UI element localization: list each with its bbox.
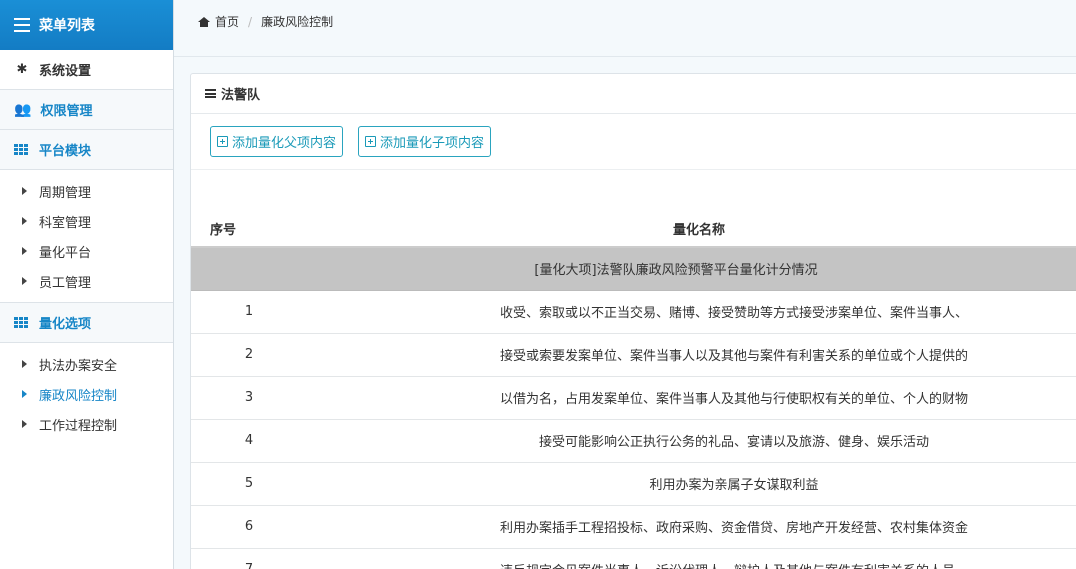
sidebar-item-staff-management[interactable]: 员工管理 xyxy=(0,266,173,296)
breadcrumb: 首页 / 廉政风险控制 xyxy=(198,13,333,30)
sidebar-item-label: 量化平台 xyxy=(39,245,92,261)
caret-right-icon xyxy=(22,217,27,225)
gear-icon: ✱ xyxy=(16,62,28,77)
row-name: 接受可能影响公正执行公务的礼品、宴请以及旅游、健身、娱乐活动 xyxy=(307,419,1076,463)
row-number: 1 xyxy=(191,290,307,334)
column-header-name: 量化名称 xyxy=(307,204,1076,248)
sidebar-item-quantification-platform[interactable]: 量化平台 xyxy=(0,236,173,266)
sidebar-section-label: 量化选项 xyxy=(39,317,92,332)
users-icon: 👥 xyxy=(14,101,32,118)
platform-module-list: 周期管理 科室管理 量化平台 员工管理 xyxy=(0,170,173,303)
table-row[interactable]: 6 利用办案插手工程招投标、政府采购、资金借贷、房地产开发经营、农村集体资金 xyxy=(191,505,1076,549)
panel-title: 法警队 xyxy=(221,88,261,103)
row-number: 5 xyxy=(191,462,307,506)
row-number: 2 xyxy=(191,333,307,377)
sidebar-section-platform-module[interactable]: 平台模块 xyxy=(0,130,173,170)
table-row[interactable]: 7违反规定会见案件当事人、诉讼代理人、辩护人及其他与案件有利害关系的人员、 xyxy=(191,548,1076,569)
sidebar-item-label: 周期管理 xyxy=(39,185,92,201)
home-icon xyxy=(198,16,210,27)
sidebar-title: 菜单列表 xyxy=(39,18,95,34)
button-label: 添加量化父项内容 xyxy=(232,136,337,151)
column-header-no: 序号 xyxy=(191,204,307,248)
grid-icon xyxy=(14,317,28,328)
plus-square-icon xyxy=(217,136,228,147)
quantification-options-list: 执法办案安全 廉政风险控制 工作过程控制 xyxy=(0,343,173,445)
table-header-row: 序号 量化名称 xyxy=(191,204,1076,248)
group-row-label: [量化大项]法警队廉政风险预警平台量化计分情况 xyxy=(191,247,1076,291)
table-group-row[interactable]: [量化大项]法警队廉政风险预警平台量化计分情况 xyxy=(191,247,1076,291)
table-row[interactable]: 1 收受、索取或以不正当交易、赌博、接受赞助等方式接受涉案单位、案件当事人、 xyxy=(191,290,1076,334)
sidebar-section-label: 权限管理 xyxy=(40,104,93,119)
sidebar-item-label: 执法办案安全 xyxy=(39,358,118,374)
row-name: 利用办案为亲属子女谋取利益 xyxy=(307,462,1076,506)
top-bar: 首页 / 廉政风险控制 xyxy=(174,0,1076,57)
caret-right-icon xyxy=(22,390,27,398)
row-name: 接受或索要发案单位、案件当事人以及其他与案件有利害关系的单位或个人提供的 xyxy=(307,333,1076,377)
sidebar-item-label: 廉政风险控制 xyxy=(39,388,118,404)
panel-toolbar: 添加量化父项内容 添加量化子项内容 xyxy=(191,114,1076,170)
row-name: 利用办案插手工程招投标、政府采购、资金借贷、房地产开发经营、农村集体资金 xyxy=(307,505,1076,549)
caret-right-icon xyxy=(22,247,27,255)
caret-right-icon xyxy=(22,420,27,428)
sidebar-item-work-process-control[interactable]: 工作过程控制 xyxy=(0,409,173,439)
quantification-table: 序号 量化名称 [量化大项]法警队廉政风险预警平台量化计分情况 1 收受、索取或以… xyxy=(191,204,1076,569)
caret-right-icon xyxy=(22,360,27,368)
plus-square-icon xyxy=(365,136,377,147)
panel-header: 法警队 xyxy=(191,74,1076,114)
table-row[interactable]: 2 接受或索要发案单位、案件当事人以及其他与案件有利害关系的单位或个人提供的 xyxy=(191,333,1076,377)
add-parent-item-button[interactable]: 添加量化父项内容 xyxy=(210,126,344,157)
table-row[interactable]: 4 接受可能影响公正执行公务的礼品、宴请以及旅游、健身、娱乐活动 xyxy=(191,419,1076,463)
row-name: 违反规定会见案件当事人、诉讼代理人、辩护人及其他与案件有利害关系的人员、 xyxy=(307,548,1076,569)
sidebar-item-label: 科室管理 xyxy=(39,215,92,231)
sidebar-item-law-enforcement-safety[interactable]: 执法办案安全 xyxy=(0,349,173,379)
row-name: 以借为名，占用发案单位、案件当事人及其他与行使职权有关的单位、个人的财物 xyxy=(307,376,1076,420)
grid-icon xyxy=(14,144,28,155)
sidebar-item-label: 工作过程控制 xyxy=(39,418,118,434)
sidebar-section-system-settings[interactable]: ✱ 系统设置 xyxy=(0,50,173,90)
sidebar-section-permissions[interactable]: 👥 权限管理 xyxy=(0,90,173,130)
row-name: 收受、索取或以不正当交易、赌博、接受赞助等方式接受涉案单位、案件当事人、 xyxy=(307,290,1076,334)
caret-right-icon xyxy=(22,187,27,195)
table-row[interactable]: 5 利用办案为亲属子女谋取利益 xyxy=(191,462,1076,506)
table-row[interactable]: 3 以借为名，占用发案单位、案件当事人及其他与行使职权有关的单位、个人的财物 xyxy=(191,376,1076,420)
breadcrumb-separator: / xyxy=(248,14,253,29)
sidebar-section-label: 系统设置 xyxy=(39,64,92,79)
caret-right-icon xyxy=(22,277,27,285)
add-child-item-button[interactable]: 添加量化子项内容 xyxy=(358,126,492,157)
sidebar-item-integrity-risk-control[interactable]: 廉政风险控制 xyxy=(0,379,173,409)
breadcrumb-current: 廉政风险控制 xyxy=(261,15,334,29)
content-panel: 法警队 添加量化父项内容 添加量化子项内容 序号 量化名称 [量化大项]法警队廉… xyxy=(190,73,1076,569)
row-number: 3 xyxy=(191,376,307,420)
sidebar-item-cycle-management[interactable]: 周期管理 xyxy=(0,176,173,206)
sidebar-item-department-management[interactable]: 科室管理 xyxy=(0,206,173,236)
sidebar-section-quantification-options[interactable]: 量化选项 xyxy=(0,303,173,343)
list-icon xyxy=(205,89,216,98)
row-number: 7 xyxy=(191,548,307,569)
row-number: 6 xyxy=(191,505,307,549)
breadcrumb-home-link[interactable]: 首页 xyxy=(215,13,239,30)
row-number: 4 xyxy=(191,419,307,463)
sidebar-header: 菜单列表 xyxy=(0,0,173,50)
list-icon xyxy=(14,18,30,32)
button-label: 添加量化子项内容 xyxy=(380,136,485,151)
sidebar: 菜单列表 ✱ 系统设置 👥 权限管理 平台模块 周期管理 科室管理 量化平台 员… xyxy=(0,0,174,569)
sidebar-section-label: 平台模块 xyxy=(39,144,92,159)
sidebar-item-label: 员工管理 xyxy=(39,275,92,291)
